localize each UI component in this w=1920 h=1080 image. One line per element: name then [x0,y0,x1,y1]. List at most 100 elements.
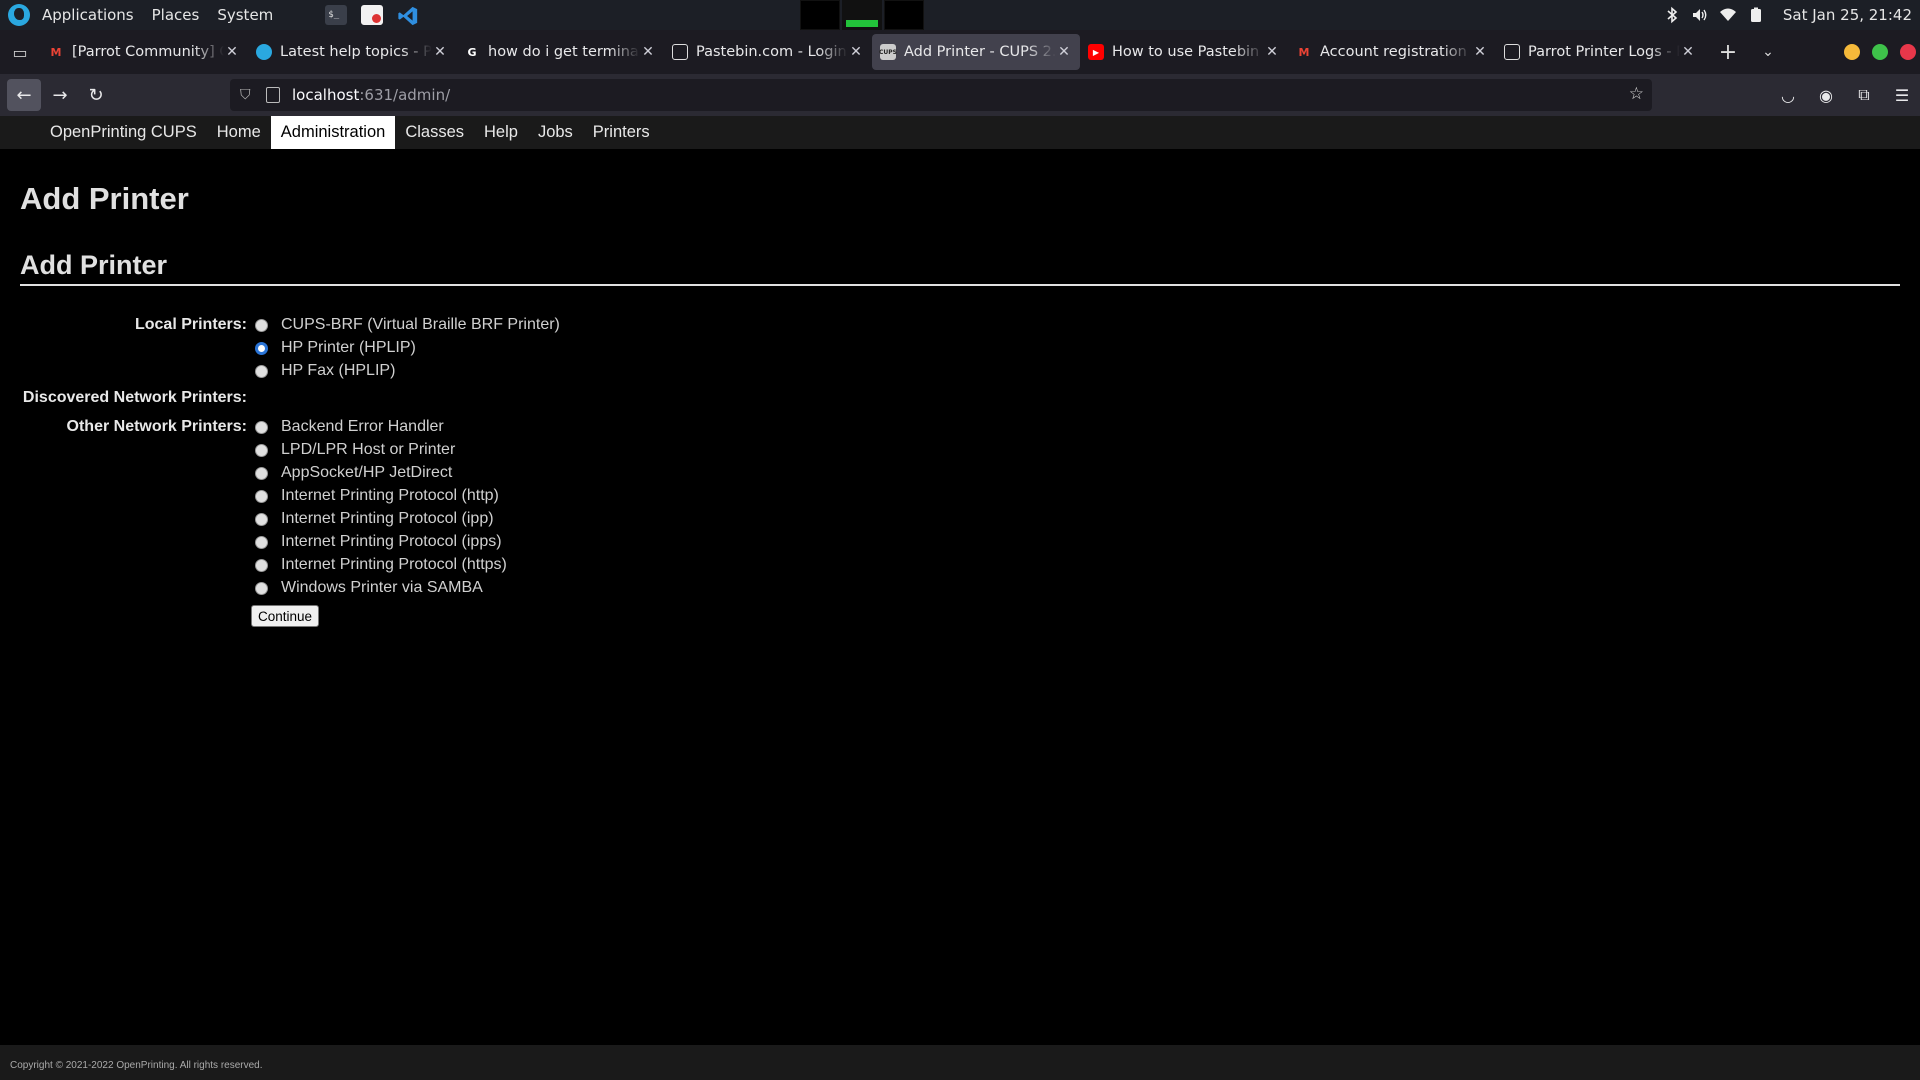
radio-option-ipp-http[interactable]: Internet Printing Protocol (http) [255,485,499,507]
clock[interactable]: Sat Jan 25, 21:42 [1783,6,1912,24]
radio-button[interactable] [255,318,268,332]
url-bar[interactable]: ⛉ localhost:631/admin/ ☆ [230,79,1652,111]
google-icon: G [467,45,477,59]
forward-arrow-icon[interactable]: → [43,79,77,111]
close-tab-icon[interactable]: ✕ [224,44,240,60]
tracking-shield-icon[interactable]: ⛉ [240,87,258,103]
bookmark-star-icon[interactable]: ☆ [1629,84,1644,104]
nav-printers[interactable]: Printers [583,116,660,149]
option-label: HP Printer (HPLIP) [281,339,416,356]
radio-option-hp-fax[interactable]: HP Fax (HPLIP) [255,360,395,382]
tab-title: [Parrot Community] Co [72,44,224,60]
nav-home[interactable]: Home [207,116,271,149]
radio-option-ipp-https[interactable]: Internet Printing Protocol (https) [255,554,507,576]
radio-button[interactable] [255,581,268,595]
minimize-icon[interactable] [1844,44,1860,60]
volume-icon[interactable] [1691,6,1709,24]
radio-option-cups-brf[interactable]: CUPS-BRF (Virtual Braille BRF Printer) [255,314,560,336]
extensions-icon[interactable]: ⧉ [1846,79,1882,111]
vscode-icon[interactable] [397,5,419,26]
radio-option-lpd-lpr[interactable]: LPD/LPR Host or Printer [255,439,455,461]
tab-latest-help-topics[interactable]: Latest help topics - Par ✕ [248,34,456,70]
option-label: Backend Error Handler [281,418,444,435]
tab-account-registration[interactable]: M Account registration at ✕ [1288,34,1496,70]
close-tab-icon[interactable]: ✕ [848,44,864,60]
gmail-icon: M [50,45,62,59]
tab-title: Latest help topics - Par [280,44,432,60]
tab-add-printer-cups[interactable]: CUPS Add Printer - CUPS 2.4. ✕ [872,34,1080,70]
reload-icon[interactable]: ↻ [79,79,113,111]
close-tab-icon[interactable]: ✕ [1264,44,1280,60]
nav-openprinting-cups[interactable]: OpenPrinting CUPS [40,116,207,149]
cups-icon: CUPS [879,44,897,60]
tab-parrot-printer-logs[interactable]: Parrot Printer Logs - Pa ✕ [1496,34,1704,70]
applications-menu[interactable]: Applications [36,6,146,24]
hamburger-menu-icon[interactable]: ☰ [1884,79,1920,111]
account-icon[interactable]: ◉ [1808,79,1844,111]
battery-icon[interactable] [1747,6,1765,24]
tab-title: Parrot Printer Logs - Pa [1528,44,1680,60]
maximize-icon[interactable] [1872,44,1888,60]
url-text[interactable]: localhost:631/admin/ [292,86,450,104]
parrot-menu-icon[interactable] [8,4,30,26]
system-top-panel: Applications Places System $_ Sat Jan 25… [0,0,1920,30]
system-menu[interactable]: System [211,6,285,24]
nav-jobs[interactable]: Jobs [528,116,583,149]
radio-option-windows-samba[interactable]: Windows Printer via SAMBA [255,577,483,599]
nav-help[interactable]: Help [474,116,528,149]
tab-pastebin-login[interactable]: Pastebin.com - Login P ✕ [664,34,872,70]
workspace-3[interactable] [884,0,924,30]
option-label: Internet Printing Protocol (https) [281,556,507,573]
text-editor-icon[interactable] [361,5,384,25]
bluetooth-icon[interactable] [1663,6,1681,24]
close-tab-icon[interactable]: ✕ [1472,44,1488,60]
radio-button-selected[interactable] [255,341,268,355]
close-tab-icon[interactable]: ✕ [432,44,448,60]
radio-button[interactable] [255,420,268,434]
tab-google-search[interactable]: G how do i get terminal o ✕ [456,34,664,70]
back-arrow-icon[interactable]: ← [7,79,41,111]
radio-option-appsocket[interactable]: AppSocket/HP JetDirect [255,462,452,484]
local-printers-label: Local Printers: [134,316,247,333]
option-label: LPD/LPR Host or Printer [281,441,456,458]
terminal-icon[interactable]: $_ [325,5,348,25]
close-window-icon[interactable] [1900,44,1916,60]
page-footer: Copyright © 2021-2022 OpenPrinting. All … [0,1045,1920,1080]
workspace-switcher[interactable] [800,0,926,30]
pocket-icon[interactable]: ◡ [1770,79,1806,111]
radio-option-backend-error-handler[interactable]: Backend Error Handler [255,416,444,438]
radio-button[interactable] [255,466,268,480]
places-menu[interactable]: Places [146,6,212,24]
new-tab-icon[interactable]: + [1708,40,1748,65]
radio-option-ipp-ipps[interactable]: Internet Printing Protocol (ipps) [255,531,502,553]
close-tab-icon[interactable]: ✕ [1680,44,1696,60]
list-all-tabs-icon[interactable]: ⌄ [1748,44,1788,60]
radio-button[interactable] [255,558,268,572]
close-tab-icon[interactable]: ✕ [1056,44,1072,60]
continue-button[interactable]: Continue [251,605,320,627]
tab-parrot-community[interactable]: M [Parrot Community] Co ✕ [40,34,248,70]
radio-button[interactable] [255,364,268,378]
radio-option-hp-printer[interactable]: HP Printer (HPLIP) [255,337,416,359]
window-controls [1844,44,1916,60]
workspace-1[interactable] [800,0,840,30]
tab-how-to-use-pastebin[interactable]: ▶ How to use Pastebin to ✕ [1080,34,1288,70]
radio-button[interactable] [255,443,268,457]
tab-overview-icon[interactable]: ▭ [0,30,40,74]
nav-administration[interactable]: Administration [270,116,396,149]
radio-button[interactable] [255,489,268,503]
tab-title: Pastebin.com - Login P [696,44,848,60]
option-label: Internet Printing Protocol (ipps) [281,533,502,550]
radio-option-ipp-ipp[interactable]: Internet Printing Protocol (ipp) [255,508,494,530]
option-label: HP Fax (HPLIP) [281,362,396,379]
discovered-network-printers-label: Discovered Network Printers: [22,389,247,406]
page-info-icon[interactable] [266,87,280,103]
workspace-2[interactable] [842,0,882,30]
radio-button[interactable] [255,512,268,526]
radio-button[interactable] [255,535,268,549]
wifi-icon[interactable] [1719,6,1737,24]
close-tab-icon[interactable]: ✕ [640,44,656,60]
nav-classes[interactable]: Classes [395,116,474,149]
option-label: AppSocket/HP JetDirect [281,464,453,481]
pastebin-icon [672,44,688,60]
